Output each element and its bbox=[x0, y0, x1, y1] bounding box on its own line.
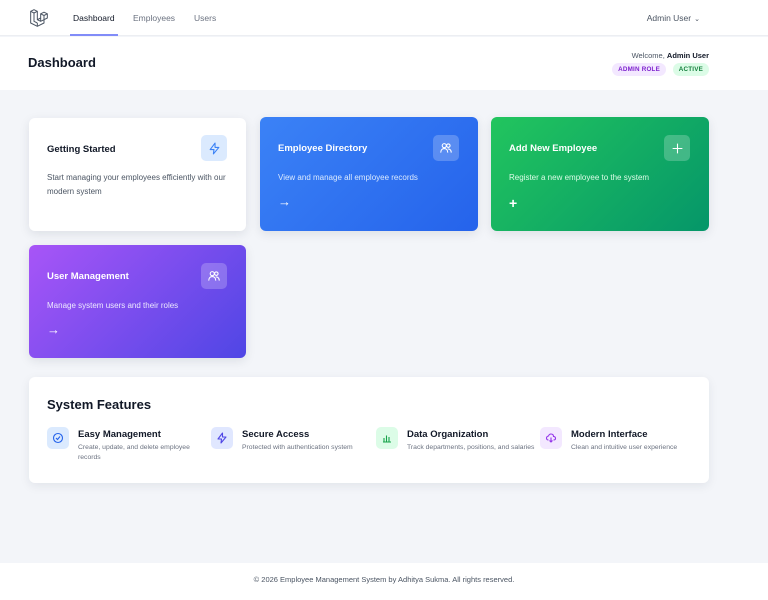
card-description: Manage system users and their roles bbox=[47, 301, 179, 310]
card-title: Getting Started bbox=[47, 144, 116, 155]
feature-description: Create, update, and delete employee reco… bbox=[78, 444, 190, 461]
footer: © 2026 Employee Management System by Adh… bbox=[0, 563, 768, 600]
feature-description: Track departments, positions, and salari… bbox=[407, 444, 535, 451]
system-features-panel: System Features Easy Management Create, … bbox=[29, 377, 709, 483]
feature-title: Secure Access bbox=[242, 429, 310, 440]
feature-title: Easy Management bbox=[78, 429, 161, 440]
lightning-icon bbox=[211, 427, 233, 449]
feature-description: Protected with authentication system bbox=[242, 444, 353, 451]
card-description: Start managing your employees efficientl… bbox=[47, 173, 226, 196]
cloud-download-icon bbox=[540, 427, 562, 449]
add-employee-card[interactable]: Add New Employee Register a new employee… bbox=[491, 117, 709, 231]
welcome-user-name: Admin User bbox=[666, 51, 709, 60]
users-icon bbox=[201, 263, 227, 289]
arrow-right-icon[interactable]: → bbox=[278, 194, 291, 209]
role-badge: ADMIN ROLE bbox=[612, 63, 666, 76]
card-title: User Management bbox=[47, 271, 129, 282]
chevron-down-icon: ⌄ bbox=[694, 16, 700, 23]
card-description: View and manage all employee records bbox=[278, 173, 418, 182]
feature-modern-interface: Modern Interface Clean and intuitive use… bbox=[540, 427, 700, 467]
top-navbar: Dashboard Employees Users Admin User ⌄ bbox=[0, 0, 768, 36]
feature-title: Modern Interface bbox=[571, 429, 648, 440]
getting-started-card: Getting Started Start managing your empl… bbox=[29, 118, 246, 231]
status-badge: ACTIVE bbox=[672, 63, 709, 76]
welcome-prefix: Welcome, bbox=[631, 51, 665, 60]
user-menu-dropdown[interactable]: Admin User ⌄ bbox=[647, 0, 700, 36]
lightning-icon bbox=[201, 135, 227, 161]
welcome-message: Welcome, Admin User bbox=[632, 51, 709, 60]
card-title: Add New Employee bbox=[509, 143, 598, 154]
feature-easy-management: Easy Management Create, update, and dele… bbox=[47, 427, 207, 467]
feature-description: Clean and intuitive user experience bbox=[571, 444, 678, 451]
features-title: System Features bbox=[47, 397, 152, 412]
user-menu-label: Admin User bbox=[646, 13, 692, 23]
check-circle-icon bbox=[47, 427, 69, 449]
feature-data-organization: Data Organization Track departments, pos… bbox=[376, 427, 536, 467]
plus-action-icon[interactable]: + bbox=[509, 195, 517, 211]
footer-text: © 2026 Employee Management System by Adh… bbox=[253, 575, 515, 584]
card-description: Register a new employee to the system bbox=[509, 173, 650, 182]
arrow-right-icon[interactable]: → bbox=[47, 322, 60, 337]
plus-icon bbox=[664, 135, 690, 161]
laravel-logo-icon[interactable] bbox=[29, 8, 49, 28]
page-title: Dashboard bbox=[28, 55, 96, 70]
feature-title: Data Organization bbox=[407, 429, 489, 440]
employee-directory-card[interactable]: Employee Directory View and manage all e… bbox=[260, 117, 478, 231]
nav-employees[interactable]: Employees bbox=[133, 0, 175, 36]
feature-secure-access: Secure Access Protected with authenticat… bbox=[211, 427, 371, 467]
bar-chart-icon bbox=[376, 427, 398, 449]
user-management-card[interactable]: User Management Manage system users and … bbox=[29, 245, 246, 358]
users-icon bbox=[433, 135, 459, 161]
nav-dashboard[interactable]: Dashboard bbox=[70, 0, 118, 36]
card-title: Employee Directory bbox=[278, 143, 368, 154]
nav-users[interactable]: Users bbox=[194, 0, 216, 36]
